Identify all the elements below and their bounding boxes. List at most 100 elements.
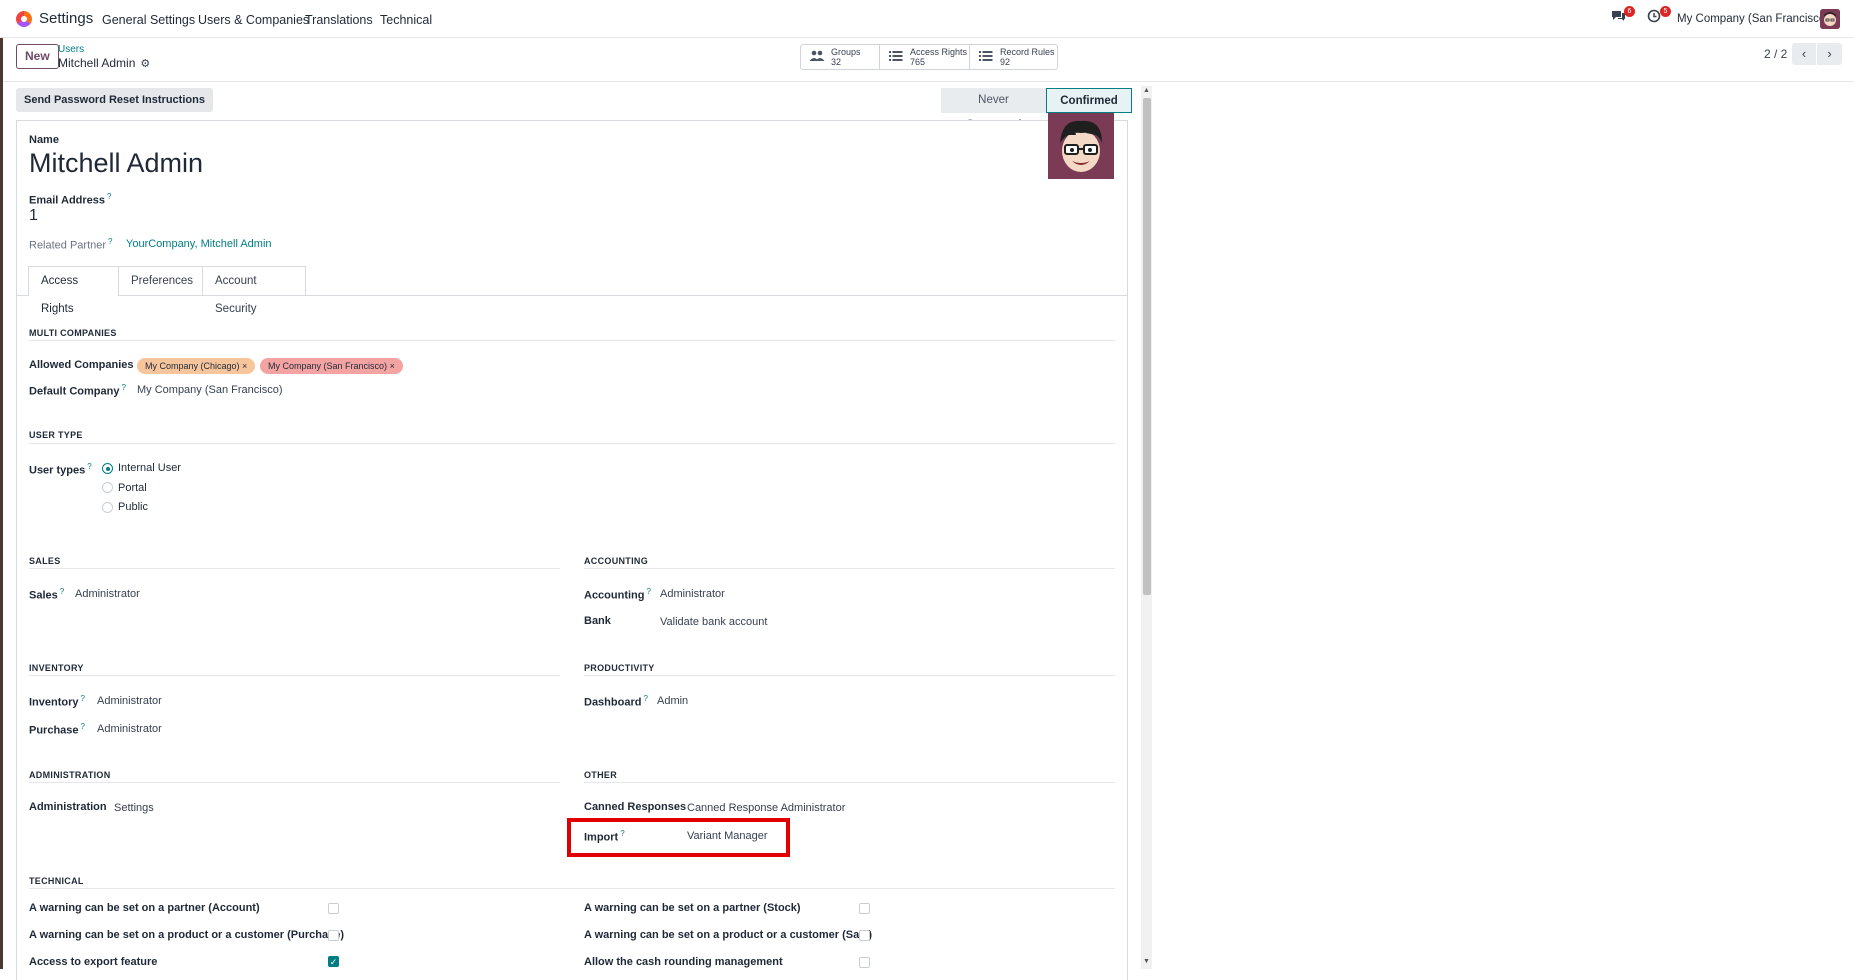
smart-buttons: Groups 32 Access Rights 765 Record Rules…	[800, 44, 1058, 70]
pager-buttons: ‹ ›	[1792, 43, 1842, 65]
user-menu[interactable]	[1820, 9, 1840, 29]
email-field[interactable]: 1	[29, 207, 38, 225]
dashboard-field[interactable]: Admin	[657, 695, 688, 707]
new-button[interactable]: New	[16, 44, 59, 69]
gear-icon[interactable]: ⚙	[140, 57, 150, 70]
status-confirmed[interactable]: Confirmed	[1046, 88, 1132, 113]
checkbox-warning-partner-account[interactable]	[328, 903, 339, 914]
checkbox-warning-partner-stock[interactable]	[859, 903, 870, 914]
scroll-down-icon[interactable]: ▼	[1141, 958, 1152, 965]
help-tooltip-icon[interactable]: ?	[87, 462, 91, 471]
technical-right-label-1: A warning can be set on a partner (Stock…	[584, 902, 801, 914]
help-tooltip-icon[interactable]: ?	[108, 237, 112, 246]
scroll-up-icon[interactable]: ▲	[1141, 87, 1152, 94]
tab-preferences[interactable]: Preferences	[118, 266, 203, 296]
tab-account-security[interactable]: Account Security	[202, 266, 306, 315]
radio-portal[interactable]	[102, 482, 113, 493]
pager-value[interactable]: 2 / 2	[1764, 47, 1787, 61]
section-divider	[584, 568, 1115, 569]
tab-access-rights[interactable]: Access Rights	[28, 266, 119, 315]
checkbox-warning-product-purchase[interactable]	[328, 930, 339, 941]
close-icon[interactable]: ×	[390, 361, 395, 371]
app-name: Settings	[39, 10, 94, 27]
dashboard-label: Dashboard?	[584, 694, 648, 709]
groups-label: Groups	[831, 47, 861, 57]
radio-internal-user[interactable]	[102, 463, 113, 474]
technical-left-label-2: A warning can be set on a product or a c…	[29, 929, 344, 941]
groups-smart-button[interactable]: Groups 32	[801, 45, 879, 69]
checkbox-cash-rounding[interactable]	[859, 957, 870, 968]
partner-label: Related Partner?	[29, 237, 113, 252]
section-administration: ADMINISTRATION	[29, 770, 111, 780]
record-rules-count: 92	[1000, 57, 1011, 67]
name-field[interactable]: Mitchell Admin	[29, 148, 203, 179]
section-inventory: INVENTORY	[29, 663, 84, 673]
section-accounting: ACCOUNTING	[584, 556, 648, 566]
purchase-field[interactable]: Administrator	[97, 723, 162, 735]
checkbox-warning-product-sale[interactable]	[859, 930, 870, 941]
section-technical: TECHNICAL	[29, 876, 84, 886]
scrollbar-thumb[interactable]	[1143, 98, 1151, 595]
record-rules-label: Record Rules	[1000, 47, 1055, 57]
bank-label: Bank	[584, 615, 611, 627]
accounting-field[interactable]: Administrator	[660, 588, 725, 600]
help-tooltip-icon[interactable]: ?	[81, 722, 85, 731]
company-switcher[interactable]: My Company (San Francisco)	[1677, 13, 1829, 25]
inventory-label: Inventory?	[29, 694, 85, 709]
messages-menu[interactable]: 6	[1611, 6, 1635, 27]
radio-portal-label: Portal	[118, 482, 147, 494]
control-panel: New Users Mitchell Admin ⚙ Groups 32 Acc…	[0, 38, 1854, 82]
canned-responses-label: Canned Responses	[584, 801, 687, 813]
activities-menu[interactable]: 5	[1647, 6, 1671, 27]
record-rules-smart-button[interactable]: Record Rules 92	[969, 45, 1057, 69]
activities-count-badge: 5	[1660, 6, 1671, 17]
technical-right-label-2: A warning can be set on a product or a c…	[584, 929, 873, 941]
help-tooltip-icon[interactable]: ?	[643, 694, 647, 703]
bank-field[interactable]: Validate bank account	[660, 616, 767, 628]
help-tooltip-icon[interactable]: ?	[107, 192, 111, 201]
menu-technical[interactable]: Technical	[380, 13, 432, 27]
menu-users-companies[interactable]: Users & Companies	[198, 13, 309, 27]
status-never-connected[interactable]: Never Connected	[941, 88, 1046, 131]
messages-count-badge: 6	[1624, 6, 1635, 17]
user-avatar-image[interactable]	[1048, 113, 1114, 179]
send-password-reset-button[interactable]: Send Password Reset Instructions	[16, 88, 213, 112]
inventory-field[interactable]: Administrator	[97, 695, 162, 707]
allowed-companies-label: Allowed Companies	[29, 359, 134, 371]
related-partner-link[interactable]: YourCompany, Mitchell Admin	[126, 238, 272, 250]
checkbox-export-feature[interactable]: ✓	[328, 956, 339, 967]
radio-public[interactable]	[102, 502, 113, 513]
help-tooltip-icon[interactable]: ?	[60, 587, 64, 596]
chevron-right-icon[interactable]: ›	[1817, 43, 1842, 65]
technical-left-label-3: Access to export feature	[29, 956, 158, 968]
administration-field[interactable]: Settings	[114, 802, 154, 814]
access-rights-smart-button[interactable]: Access Rights 765	[879, 45, 969, 69]
section-divider	[29, 675, 560, 676]
breadcrumb-users[interactable]: Users	[58, 44, 84, 55]
help-tooltip-icon[interactable]: ?	[647, 587, 651, 596]
default-company-field[interactable]: My Company (San Francisco)	[137, 384, 283, 396]
menu-translations[interactable]: Translations	[305, 13, 373, 27]
menu-general-settings[interactable]: General Settings	[102, 13, 195, 27]
notebook-tabs: Access Rights Preferences Account Securi…	[28, 266, 306, 315]
section-divider	[29, 340, 1115, 341]
help-tooltip-icon[interactable]: ?	[121, 383, 125, 392]
app-brand[interactable]: Settings	[16, 10, 93, 27]
window-left-edge	[0, 38, 3, 969]
section-divider	[584, 782, 1115, 783]
sales-field[interactable]: Administrator	[75, 588, 140, 600]
section-productivity: PRODUCTIVITY	[584, 663, 655, 673]
chevron-left-icon[interactable]: ‹	[1792, 43, 1817, 65]
administration-label: Administration	[29, 801, 107, 813]
active-tab-gap	[29, 295, 118, 296]
section-multi-companies: MULTI COMPANIES	[29, 328, 117, 338]
users-icon	[809, 50, 825, 65]
help-tooltip-icon[interactable]: ?	[81, 694, 85, 703]
list-icon	[978, 50, 994, 65]
canned-responses-field[interactable]: Canned Response Administrator	[687, 802, 845, 814]
tag-chicago[interactable]: My Company (Chicago) ×	[137, 358, 256, 374]
close-icon[interactable]: ×	[242, 361, 247, 371]
tag-san-francisco[interactable]: My Company (San Francisco) ×	[260, 358, 403, 374]
odoo-logo-icon	[16, 10, 32, 27]
status-bar: Never Connected Confirmed	[941, 88, 1132, 131]
